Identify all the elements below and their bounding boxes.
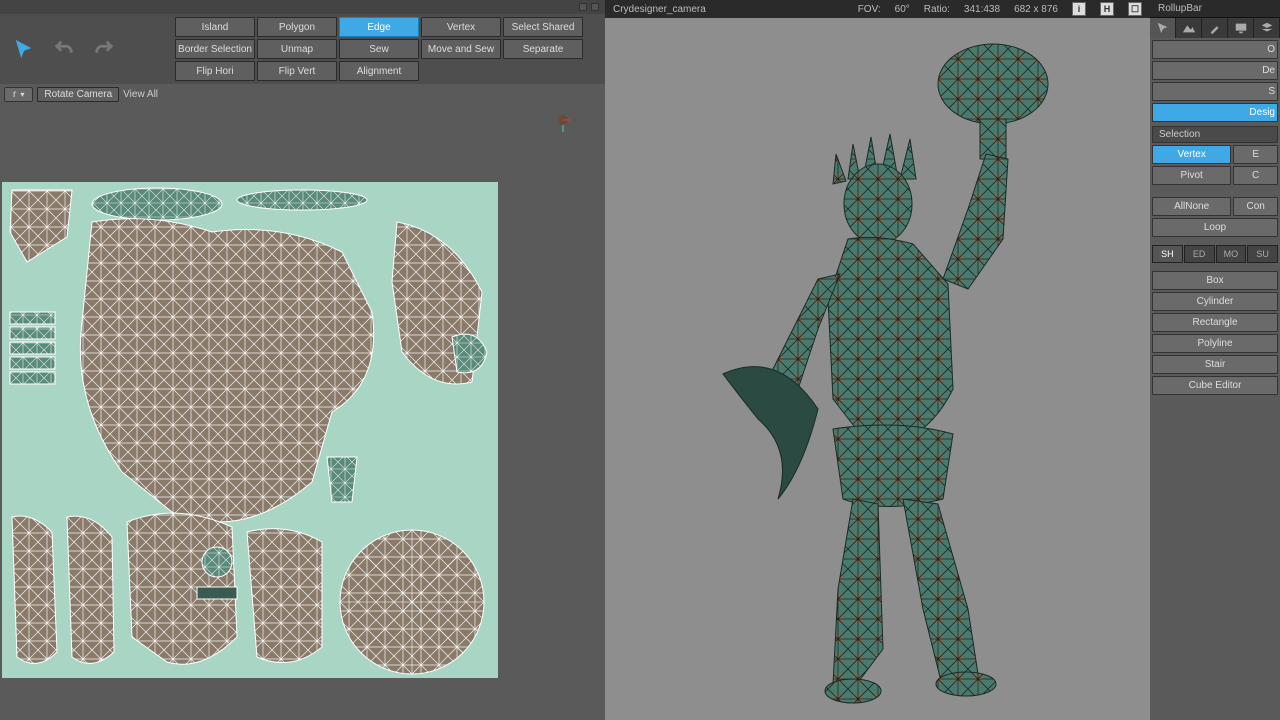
cube-editor-button[interactable]: Cube Editor <box>1152 376 1278 395</box>
uv-subbar: r Rotate Camera View All <box>0 84 605 104</box>
statue-mesh[interactable] <box>668 29 1088 709</box>
mode-sh[interactable]: SH <box>1152 245 1183 263</box>
helpers-icon[interactable]: H <box>1100 2 1114 16</box>
tab-display-icon[interactable] <box>1228 18 1254 38</box>
mode-mo[interactable]: MO <box>1216 245 1247 263</box>
rollup-cat-designer[interactable]: Desig <box>1152 103 1278 122</box>
polyline-button[interactable]: Polyline <box>1152 334 1278 353</box>
selection-header[interactable]: Selection <box>1152 126 1278 143</box>
close-icon[interactable] <box>591 3 599 11</box>
vertex-button[interactable]: Vertex <box>421 17 501 37</box>
uv-toolbar-left <box>0 14 175 84</box>
viewport-3d-panel: Crydesigner_camera FOV: 60° Ratio: 341:4… <box>605 0 1150 720</box>
undo-icon[interactable] <box>48 33 80 65</box>
uv-axis-gizmo[interactable] <box>553 112 573 132</box>
resolution-label: 682 x 876 <box>1014 4 1058 15</box>
viewport-header: Crydesigner_camera FOV: 60° Ratio: 341:4… <box>605 0 1150 18</box>
uv-button-grid: Island Polygon Edge Vertex Select Shared… <box>175 14 583 84</box>
unmap-button[interactable]: Unmap <box>257 39 337 59</box>
separate-button[interactable]: Separate <box>503 39 583 59</box>
con-button[interactable]: Con <box>1233 197 1278 216</box>
sew-button[interactable]: Sew <box>339 39 419 59</box>
vertex-mode-button[interactable]: Vertex <box>1152 145 1231 164</box>
camera-name-label[interactable]: Crydesigner_camera <box>613 4 706 15</box>
redo-icon[interactable] <box>88 33 120 65</box>
move-and-sew-button[interactable]: Move and Sew <box>421 39 501 59</box>
cursor-icon[interactable] <box>8 33 40 65</box>
frame-icon[interactable]: ☐ <box>1128 2 1142 16</box>
flip-hori-button[interactable]: Flip Hori <box>175 61 255 81</box>
uv-titlebar <box>0 0 605 14</box>
uv-editor-panel: Island Polygon Edge Vertex Select Shared… <box>0 0 605 720</box>
island-button[interactable]: Island <box>175 17 255 37</box>
allnone-button[interactable]: AllNone <box>1152 197 1231 216</box>
stair-button[interactable]: Stair <box>1152 355 1278 374</box>
alignment-button[interactable]: Alignment <box>339 61 419 81</box>
rotate-camera-button[interactable]: Rotate Camera <box>37 87 119 102</box>
rollup-body: O De S Desig Selection Vertex E Pivot C … <box>1150 38 1280 720</box>
uv-dropdown[interactable]: r <box>4 87 33 102</box>
rollup-bar: RollupBar O De S Desig Selection Vertex … <box>1150 0 1280 720</box>
cylinder-button[interactable]: Cylinder <box>1152 292 1278 311</box>
fov-label: FOV: <box>858 4 881 15</box>
uv-canvas[interactable] <box>2 182 498 678</box>
loop-button[interactable]: Loop <box>1152 218 1278 237</box>
uv-toolbar: Island Polygon Edge Vertex Select Shared… <box>0 14 605 84</box>
border-selection-button[interactable]: Border Selection <box>175 39 255 59</box>
flip-vert-button[interactable]: Flip Vert <box>257 61 337 81</box>
tab-brush-icon[interactable] <box>1202 18 1228 38</box>
view-all-label[interactable]: View All <box>123 89 158 100</box>
tab-select-icon[interactable] <box>1150 18 1176 38</box>
mode-tabs: SH ED MO SU <box>1152 245 1278 263</box>
uv-viewport[interactable] <box>0 104 605 720</box>
mode-su[interactable]: SU <box>1247 245 1278 263</box>
pin-icon[interactable] <box>579 3 587 11</box>
tab-terrain-icon[interactable] <box>1176 18 1202 38</box>
rollup-cat-2[interactable]: S <box>1152 82 1278 101</box>
rectangle-button[interactable]: Rectangle <box>1152 313 1278 332</box>
fov-value: 60° <box>895 4 910 15</box>
pivot-button[interactable]: Pivot <box>1152 166 1231 185</box>
edge-button[interactable]: Edge <box>339 17 419 37</box>
info-icon[interactable]: i <box>1072 2 1086 16</box>
polygon-button[interactable]: Polygon <box>257 17 337 37</box>
viewport-3d[interactable] <box>605 18 1150 720</box>
rollup-title: RollupBar <box>1150 0 1280 18</box>
c-button[interactable]: C <box>1233 166 1278 185</box>
rollup-cat-1[interactable]: De <box>1152 61 1278 80</box>
edge-mode-button[interactable]: E <box>1233 145 1278 164</box>
ratio-value: 341:438 <box>964 4 1000 15</box>
select-shared-button[interactable]: Select Shared <box>503 17 583 37</box>
tab-layers-icon[interactable] <box>1254 18 1280 38</box>
ratio-label: Ratio: <box>924 4 950 15</box>
mode-ed[interactable]: ED <box>1184 245 1215 263</box>
rollup-cat-0[interactable]: O <box>1152 40 1278 59</box>
rollup-tabs <box>1150 18 1280 38</box>
box-button[interactable]: Box <box>1152 271 1278 290</box>
